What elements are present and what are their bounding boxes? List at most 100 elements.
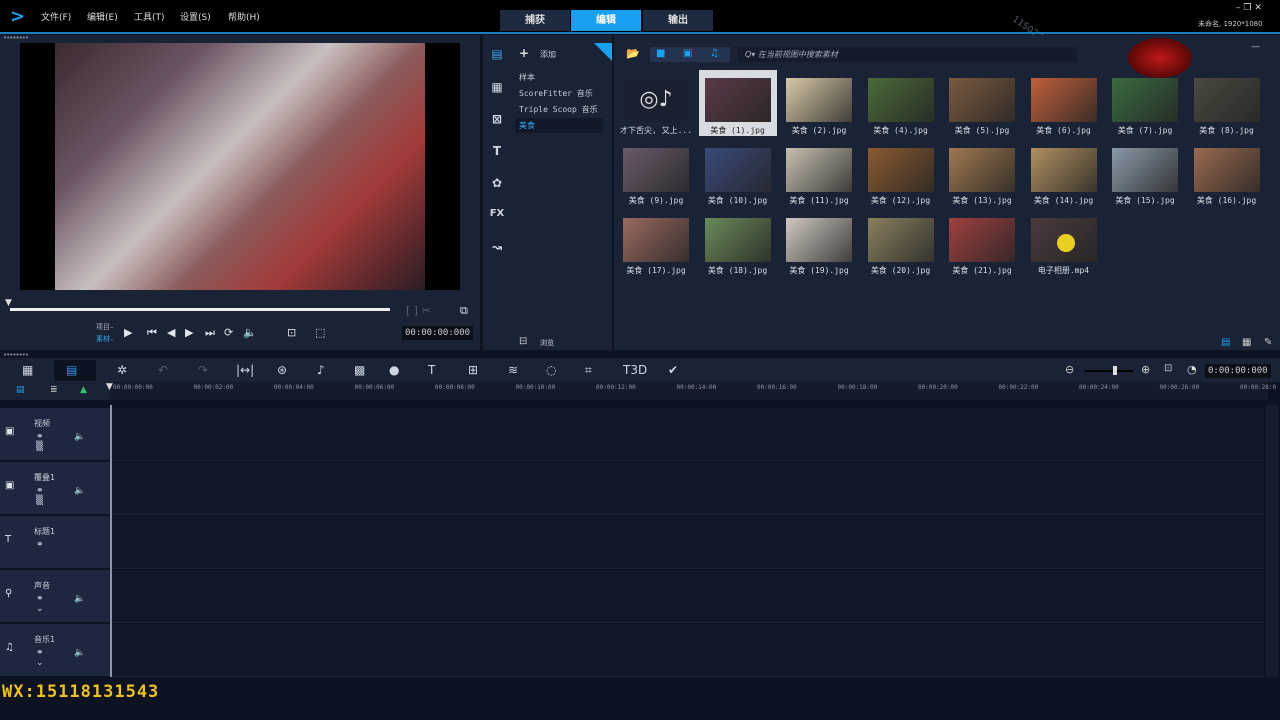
show-audio-icon[interactable]: ♫ [710,48,719,59]
subtitle-editor-icon[interactable]: T [428,363,435,377]
track-buttons[interactable]: ⚭ [36,540,58,550]
window-controls[interactable]: – ❐ ✕ [1236,3,1262,13]
track-buttons[interactable]: ⚭ 🔈 ⌄ [36,594,110,614]
media-thumbnail[interactable]: 美食 (21).jpg [943,210,1021,276]
aspect-icon[interactable]: ⊡ [287,326,296,339]
tab-capture[interactable]: 捕获 [500,10,570,31]
cue-marker-icon[interactable]: ▲ [80,385,87,395]
preview-timecode[interactable]: 00:00:00:000 [402,326,474,340]
timeline-scrollbar[interactable] [1266,405,1278,677]
media-thumbnail[interactable]: 美食 (1).jpg [698,70,777,136]
toolbox-icon[interactable]: ✲ [117,363,127,377]
zoom-in-icon[interactable]: ⊕ [1141,363,1150,376]
library-folder[interactable]: 样本 [515,70,603,85]
tab-output[interactable]: 输出 [643,10,713,31]
add-folder-button[interactable]: 添加 [540,49,556,60]
pan-zoom-icon[interactable]: ⌗ [585,363,592,378]
media-icon[interactable]: ▤ [488,47,506,65]
zoom-slider[interactable] [1085,370,1133,372]
chapter-icon[interactable]: ≣ [50,385,58,395]
fit-icon[interactable]: |↔| [236,363,254,377]
media-thumbnail[interactable]: 美食 (11).jpg [780,140,858,206]
media-thumbnail[interactable]: 美食 (17).jpg [617,210,695,276]
media-thumbnail[interactable]: 美食 (5).jpg [943,70,1021,136]
restore-icon[interactable]: ❐ [1243,3,1251,13]
transition-icon[interactable]: ⊠ [488,112,506,130]
storyboard-view-icon[interactable]: ▦ [22,363,33,377]
filter-icon[interactable]: FX [488,208,506,226]
track-manager-icon[interactable]: ▤ [16,385,25,395]
skip-end-icon[interactable]: ⏭ [205,326,215,340]
media-thumbnail[interactable]: ◎♪ 才下舌尖, 又上... [617,70,695,136]
path-icon[interactable]: ↝ [488,240,506,258]
menu-help[interactable]: 帮助(H) [228,10,260,23]
track-buttons[interactable]: ⚭ 🔈 ▒ [36,432,110,452]
library-folder[interactable]: ScoreFitter 音乐 [515,86,603,101]
mask-creator-icon[interactable]: ◌ [546,363,556,377]
next-frame-icon[interactable]: ▶ [185,326,193,339]
redo-icon[interactable]: ↷ [198,363,208,377]
track-buttons[interactable]: ⚭ 🔈 ⌄ [36,648,110,668]
media-thumbnail[interactable]: 美食 (16).jpg [1188,140,1266,206]
instant-project-icon[interactable]: ▦ [488,80,506,98]
3d-title-icon[interactable]: T3D [623,363,647,377]
sound-mixer-icon[interactable]: ♪ [317,363,325,377]
media-thumbnail[interactable]: 美食 (12).jpg [862,140,940,206]
media-thumbnail[interactable]: 美食 (2).jpg [780,70,858,136]
prev-frame-icon[interactable]: ◀ [167,326,175,339]
media-thumbnail[interactable]: 美食 (4).jpg [862,70,940,136]
browse-icon[interactable]: ⊟ [519,336,527,347]
show-photo-icon[interactable]: ▣ [683,48,692,59]
pin-icon[interactable] [594,43,612,61]
zoom-slider-handle[interactable] [1113,366,1117,375]
media-thumbnail[interactable]: 美食 (7).jpg [1106,70,1184,136]
media-thumbnail[interactable]: 电子相册.mp4 [1025,210,1103,276]
close-icon[interactable]: ✕ [1254,3,1262,13]
crop-icon[interactable]: ⬚ [315,326,325,339]
media-thumbnail[interactable]: 美食 (6).jpg [1025,70,1103,136]
menu-settings[interactable]: 设置(S) [180,10,211,23]
project-check-icon[interactable]: ✔ [668,363,678,377]
collapse-icon[interactable]: — [1251,42,1260,52]
playhead[interactable]: ▼ [106,382,113,392]
track-lane[interactable] [112,408,1264,461]
time-remap-icon[interactable]: ≋ [508,363,518,377]
view-list-icon[interactable]: ▦ [1242,337,1251,348]
undo-icon[interactable]: ↶ [158,363,168,377]
title-icon[interactable]: T [488,144,506,162]
drag-handle[interactable]: •••••••• [3,34,29,42]
track-lane[interactable] [112,570,1264,623]
mode-clip[interactable]: 素材– [96,334,114,344]
media-thumbnail[interactable]: 美食 (9).jpg [617,140,695,206]
track-buttons[interactable]: ⚭ 🔈 ▒ [36,486,110,506]
copy-icon[interactable]: ⧉ [460,304,468,318]
mark-in-out-icon[interactable]: [ ] ✂ [406,304,431,317]
menu-edit[interactable]: 编辑(E) [87,10,118,23]
media-thumbnail[interactable]: 美食 (15).jpg [1106,140,1184,206]
track-lane[interactable] [112,624,1264,677]
folder-open-icon[interactable]: 📂 [626,47,640,60]
multi-camera-icon[interactable]: ⊞ [468,363,478,377]
repeat-icon[interactable]: ⟳ [224,326,233,339]
tab-edit[interactable]: 编辑 [571,10,641,31]
media-thumbnail[interactable]: 美食 (10).jpg [699,140,777,206]
zoom-out-icon[interactable]: ⊖ [1065,363,1074,376]
volume-icon[interactable]: 🔈 [243,326,257,339]
library-folder[interactable]: 美食 [515,118,603,133]
view-thumbnail-icon[interactable]: ▤ [1221,337,1230,348]
library-search-input[interactable]: Q▾ 在当前视图中搜索素材 [737,47,1077,62]
add-icon[interactable]: + [519,46,529,60]
graphic-icon[interactable]: ✿ [488,176,506,194]
record-capture-icon[interactable]: ⊛ [277,363,287,377]
library-folder[interactable]: Triple Scoop 音乐 [515,102,603,117]
show-video-icon[interactable]: ■ [656,48,665,59]
fit-project-icon[interactable]: ⊡ [1164,363,1172,374]
timeline-timecode[interactable]: 0:00:00:000 [1205,364,1271,378]
media-thumbnail[interactable]: 美食 (8).jpg [1188,70,1266,136]
scrubber-handle[interactable]: ▼ [5,298,12,308]
track-lane[interactable] [112,462,1264,515]
scrub-bar[interactable] [10,308,390,311]
play-icon[interactable]: ▶ [124,326,132,339]
menu-file[interactable]: 文件(F) [41,10,71,23]
media-thumbnail[interactable]: 美食 (20).jpg [862,210,940,276]
